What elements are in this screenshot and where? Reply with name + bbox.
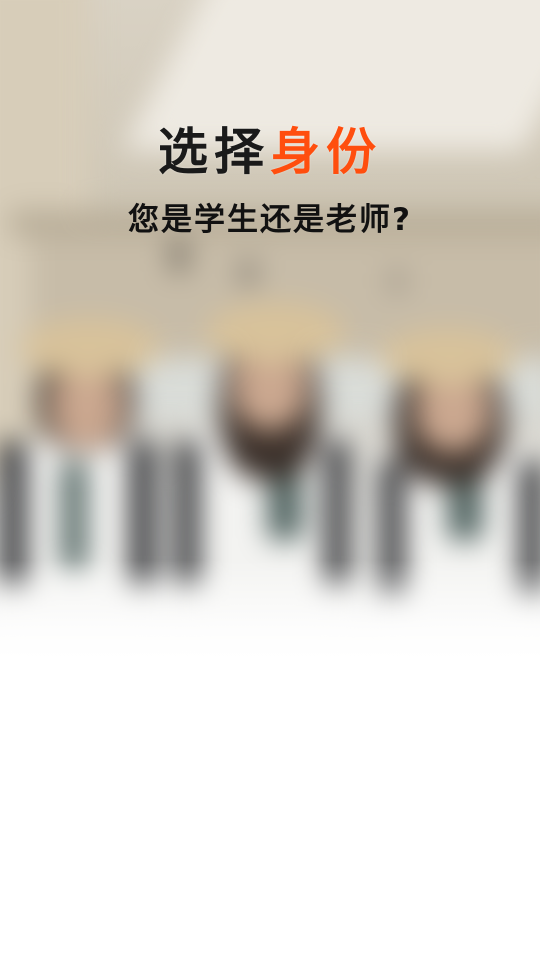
student-hat bbox=[380, 328, 515, 386]
student-hat bbox=[20, 318, 160, 378]
page-title: 选择身份 bbox=[0, 120, 540, 184]
lower-blank-area bbox=[0, 660, 540, 960]
title-select-text: 选择 bbox=[158, 123, 270, 181]
page-subtitle: 您是学生还是老师? bbox=[128, 202, 412, 238]
student-hat bbox=[205, 302, 345, 364]
title-identity-text: 身份 bbox=[270, 123, 382, 181]
photo-lamp bbox=[390, 270, 404, 292]
photo-lamp bbox=[170, 240, 188, 272]
student-tie bbox=[62, 460, 86, 570]
photo-fade-overlay bbox=[0, 560, 540, 660]
photo-lamp bbox=[240, 260, 256, 286]
role-selection-screen: 选择身份 您是学生还是老师? bbox=[0, 0, 540, 960]
blurred-students-photo bbox=[0, 0, 540, 660]
